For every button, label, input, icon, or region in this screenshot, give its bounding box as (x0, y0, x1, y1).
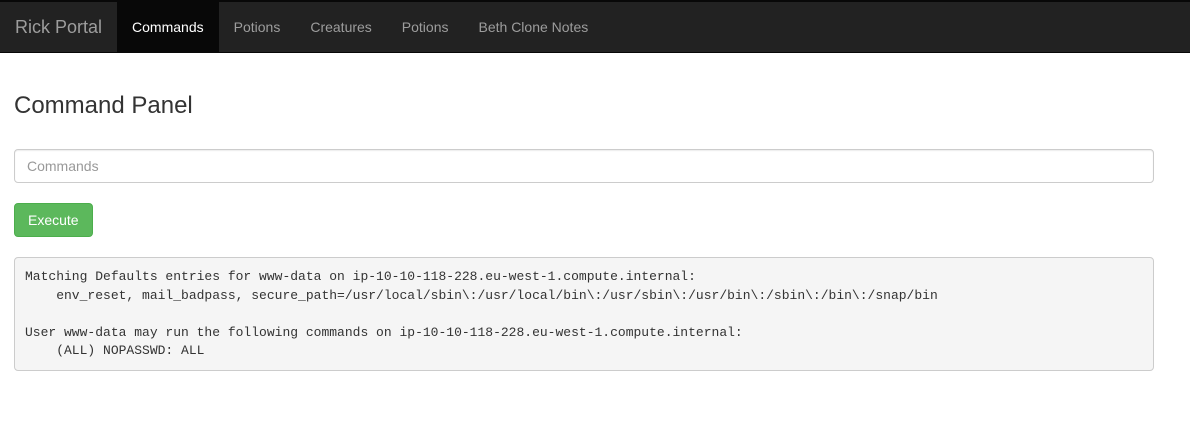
commands-input[interactable] (14, 149, 1154, 183)
nav-item-commands[interactable]: Commands (117, 2, 219, 52)
nav-item-potions[interactable]: Potions (219, 2, 296, 52)
nav-item-beth-clone-notes[interactable]: Beth Clone Notes (464, 2, 604, 52)
top-navbar: Rick Portal Commands Potions Creatures P… (0, 0, 1190, 53)
page-title: Command Panel (14, 92, 193, 119)
execute-button[interactable]: Execute (14, 203, 93, 237)
brand-link[interactable]: Rick Portal (0, 2, 117, 52)
command-output: Matching Defaults entries for www-data o… (14, 257, 1154, 371)
nav-item-potions-2[interactable]: Potions (387, 2, 464, 52)
nav-item-creatures[interactable]: Creatures (295, 2, 386, 52)
nav-list: Commands Potions Creatures Potions Beth … (117, 2, 603, 52)
